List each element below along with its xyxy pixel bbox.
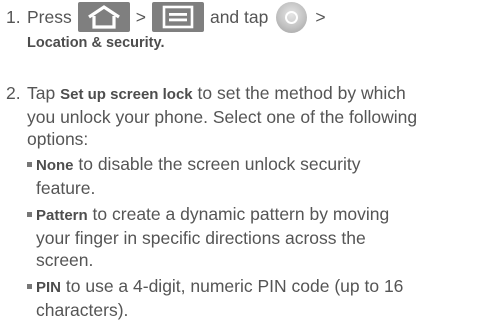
- option-text-3: screen.: [36, 250, 94, 270]
- greater-than-1: >: [135, 7, 146, 27]
- bullet-icon: [27, 211, 32, 217]
- press-text: Press: [27, 7, 72, 27]
- instruction-page: 1. Press > and tap > Location & security…: [0, 0, 484, 328]
- home-icon: [77, 2, 130, 32]
- tap-text: Tap: [27, 83, 56, 103]
- step-2-number: 2.: [6, 83, 21, 103]
- and-tap-text: and tap: [209, 7, 269, 27]
- option-label: None: [36, 157, 74, 174]
- greater-than-2: >: [315, 7, 326, 27]
- settings-icon: [276, 1, 308, 33]
- option-pin: PIN to use a 4-digit, numeric PIN code (…: [27, 275, 478, 321]
- option-text-2: your finger in specific directions acros…: [36, 228, 366, 248]
- option-text-1: to create a dynamic pattern by moving: [87, 204, 390, 224]
- option-text-2: feature.: [36, 178, 96, 198]
- step-2-line-1: to set the method by which: [197, 83, 406, 103]
- period: .: [160, 35, 165, 51]
- step-2-line-2: you unlock your phone. Select one of the…: [27, 107, 418, 127]
- option-text-1: to use a 4-digit, numeric PIN code (up t…: [61, 276, 404, 296]
- menu-icon: [151, 2, 204, 32]
- bullet-icon: [27, 161, 32, 167]
- option-label: PIN: [36, 279, 62, 296]
- bullet-icon: [27, 283, 32, 289]
- option-text-1: to disable the screen unlock security: [73, 154, 361, 174]
- option-pattern: Pattern to create a dynamic pattern by m…: [27, 203, 478, 271]
- location-security-label: Location & security: [27, 35, 161, 51]
- step-2-line-3: options:: [27, 129, 89, 149]
- option-label: Pattern: [36, 207, 88, 224]
- option-none: None to disable the screen unlock securi…: [27, 153, 478, 199]
- set-up-screen-lock-label: Set up screen lock: [60, 86, 193, 103]
- option-text-2: characters).: [36, 300, 129, 320]
- step-1-number: 1.: [6, 7, 21, 27]
